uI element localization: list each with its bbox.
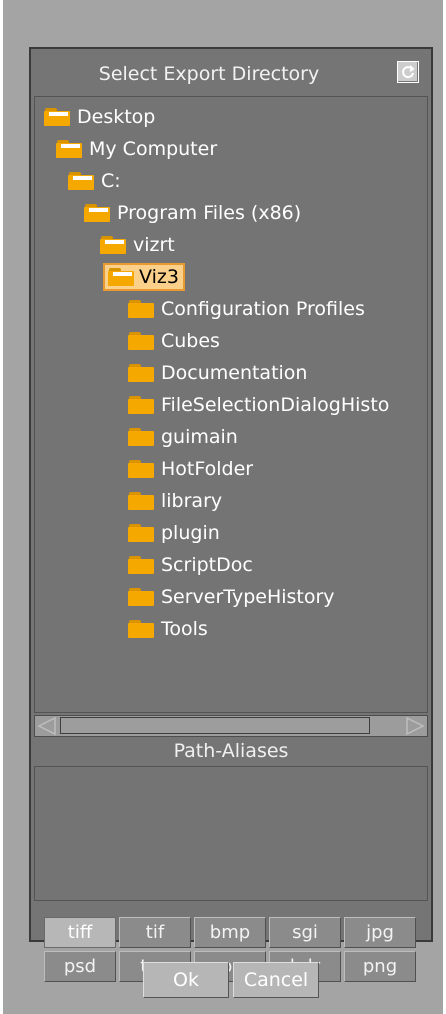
folder-open-icon [43,107,71,127]
directory-tree[interactable]: Desktop My Computer C: Program Files (x86) v… [34,96,428,713]
format-selector: tifftifbmpsgijpgpsdtgaxpmhdrpng [44,917,420,985]
tree-item[interactable]: vizrt [99,231,175,259]
format-button-png[interactable]: png [344,951,416,982]
tree-item-label: My Computer [89,138,218,160]
folder-icon [127,619,155,639]
format-button-jpg[interactable]: jpg [344,917,416,948]
triangle-right-icon [406,716,425,736]
scroll-right-arrow[interactable] [403,716,427,736]
ok-button[interactable]: Ok [143,962,229,998]
folder-icon [127,427,155,447]
folder-icon [127,587,155,607]
refresh-button[interactable] [397,61,419,83]
tree-item[interactable]: HotFolder [127,455,253,483]
title-bar: Select Export Directory [31,49,431,99]
cancel-button[interactable]: Cancel [233,962,319,998]
export-directory-dialog: Select Export Directory Desktop My Comput… [3,0,443,1014]
tree-item-label: Tools [161,618,208,640]
folder-icon [127,459,155,479]
tree-item[interactable]: FileSelectionDialogHisto [127,391,389,419]
dialog-title: Select Export Directory [98,63,320,85]
refresh-icon [402,65,415,79]
selected-tree-item[interactable]: Viz3 [103,263,185,291]
tree-item-label: C: [101,170,121,192]
tree-item[interactable]: Configuration Profiles [127,295,365,323]
folder-icon [127,331,155,351]
folder-icon [127,363,155,383]
path-aliases-header: Path-Aliases [173,740,289,762]
tree-item-label: Configuration Profiles [161,298,365,320]
tree-item[interactable]: ScriptDoc [127,551,253,579]
tree-item-label: Cubes [161,330,220,352]
tree-item-label: library [161,490,223,512]
tree-item[interactable]: library [127,487,222,515]
format-button-tiff[interactable]: tiff [44,917,116,948]
format-button-psd[interactable]: psd [44,951,116,982]
folder-icon [127,523,155,543]
tree-item-label: HotFolder [161,458,254,480]
tree-item-label: plugin [161,522,220,544]
tree-item[interactable]: guimain [127,423,238,451]
tree-item-label: Desktop [77,106,156,128]
format-button-sgi[interactable]: sgi [269,917,341,948]
triangle-left-icon [37,716,56,736]
folder-open-icon [107,267,135,287]
tree-item-label: vizrt [133,234,175,256]
tree-item[interactable]: Program Files (x86) [83,199,301,227]
tree-item[interactable]: Desktop [43,103,155,131]
folder-open-icon [67,171,95,191]
folder-icon [127,299,155,319]
tree-item[interactable]: Documentation [127,359,307,387]
tree-item-label: FileSelectionDialogHisto [161,394,390,416]
scroll-left-arrow[interactable] [35,716,59,736]
format-button-bmp[interactable]: bmp [194,917,266,948]
scroll-thumb[interactable] [60,717,370,734]
tree-item[interactable]: ServerTypeHistory [127,583,335,611]
folder-open-icon [83,203,111,223]
folder-icon [127,555,155,575]
format-button-tif[interactable]: tif [119,917,191,948]
tree-item-label: guimain [161,426,238,448]
tree-item[interactable]: Tools [127,615,208,643]
tree-item-label: Program Files (x86) [117,202,302,224]
tree-item-label: ServerTypeHistory [161,586,335,608]
folder-icon [127,395,155,415]
horizontal-scrollbar[interactable] [34,715,428,737]
tree-item-label: ScriptDoc [161,554,253,576]
tree-item[interactable]: Cubes [127,327,220,355]
tree-item[interactable]: C: [67,167,121,195]
tree-item[interactable]: Viz3 [103,263,185,291]
folder-open-icon [99,235,127,255]
folder-open-icon [55,139,83,159]
tree-item[interactable]: My Computer [55,135,217,163]
folder-icon [127,491,155,511]
dialog-frame: Select Export Directory Desktop My Comput… [29,47,433,982]
tree-item[interactable]: plugin [127,519,220,547]
tree-item-label: Documentation [161,362,308,384]
tree-item-label: Viz3 [139,266,179,288]
path-aliases-list[interactable] [34,766,428,901]
